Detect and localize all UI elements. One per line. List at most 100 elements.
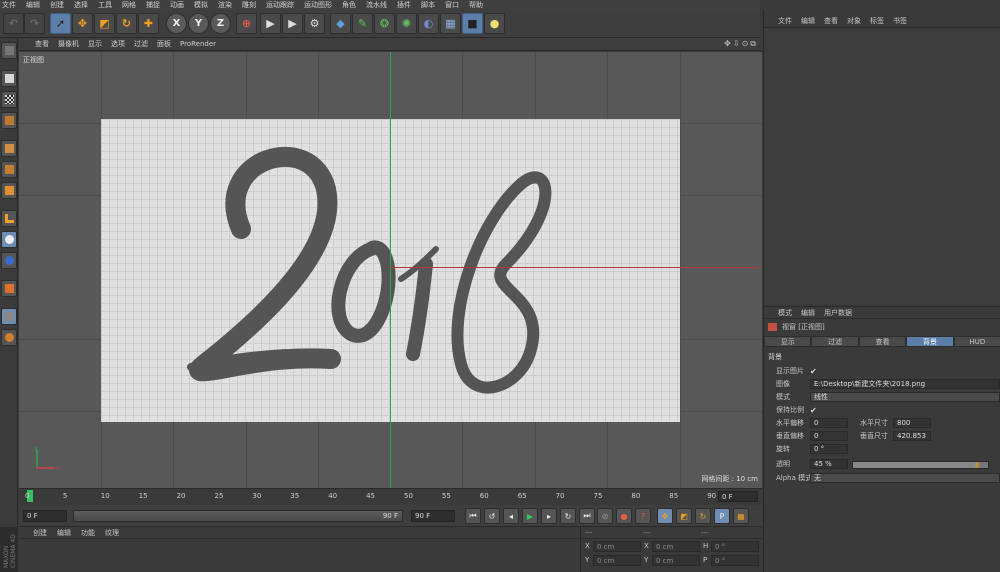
menu-item-1[interactable]: 编辑 (26, 0, 40, 10)
coord-value-field[interactable]: 0 ° (711, 540, 759, 552)
viewport-menu-item-4[interactable]: 过滤 (134, 39, 148, 49)
scale-icon[interactable]: ◩ (94, 13, 115, 34)
image-path-field[interactable]: E:\Desktop\新建文件夹\2018.png (810, 379, 1000, 389)
mode-dropdown[interactable]: 线性 (810, 392, 1000, 402)
menu-item-16[interactable]: 脚本 (421, 0, 435, 10)
select-icon[interactable]: ➚ (50, 13, 71, 34)
end-frame-field[interactable]: 90 F (411, 510, 455, 522)
frame-range-slider[interactable]: 90 F (73, 510, 403, 522)
pen-icon[interactable]: ✎ (352, 13, 373, 34)
menu-item-10[interactable]: 雕刻 (242, 0, 256, 10)
keyframe-selection-icon[interactable]: ? (635, 508, 651, 524)
render-settings-icon[interactable]: ⚙ (304, 13, 325, 34)
prev-key-icon[interactable]: ↺ (484, 508, 500, 524)
menu-item-12[interactable]: 运动图形 (304, 0, 332, 10)
undo-icon[interactable]: ↶ (3, 13, 24, 34)
prev-frame-icon[interactable]: ◂ (503, 508, 519, 524)
floor-icon[interactable]: ▦ (440, 13, 461, 34)
menu-item-17[interactable]: 窗口 (445, 0, 459, 10)
goto-end-icon[interactable]: ⏭ (579, 508, 595, 524)
coord-value-field[interactable]: 0 ° (711, 554, 759, 566)
viewport-menu-item-2[interactable]: 显示 (88, 39, 102, 49)
texture-mode-icon[interactable] (1, 91, 17, 108)
points-mode-icon[interactable] (1, 140, 17, 157)
start-frame-field[interactable]: 0 F (23, 510, 67, 522)
menu-item-6[interactable]: 捕捉 (146, 0, 160, 10)
objmenu-item-1[interactable]: 编辑 (801, 16, 815, 26)
tab-1[interactable]: 过滤 (811, 336, 859, 347)
snap-icon[interactable] (1, 252, 17, 269)
coord-value-field[interactable]: 0 cm (593, 554, 641, 566)
viewport-menu-item-6[interactable]: ProRender (180, 40, 216, 48)
menu-item-2[interactable]: 创建 (50, 0, 64, 10)
matmenu-item-2[interactable]: 功能 (81, 528, 95, 538)
coord-value-field[interactable]: 0 cm (652, 554, 700, 566)
magnet-icon[interactable] (1, 280, 17, 297)
menu-item-11[interactable]: 运动跟踪 (266, 0, 294, 10)
key-scale-icon[interactable]: ◩ (676, 508, 692, 524)
autokey-icon[interactable]: ● (616, 508, 632, 524)
menu-item-7[interactable]: 动画 (170, 0, 184, 10)
key-rotation-icon[interactable]: ↻ (695, 508, 711, 524)
key-parameter-icon[interactable]: P (714, 508, 730, 524)
attrmenu-item-2[interactable]: 用户数据 (824, 308, 852, 318)
y-axis-button[interactable]: Y (188, 13, 209, 34)
matmenu-item-1[interactable]: 编辑 (57, 528, 71, 538)
add-icon[interactable]: ✚ (138, 13, 159, 34)
viewport[interactable]: 正视图 网格间距 : 10 cm y x (19, 52, 762, 488)
record-keys-icon[interactable]: ⊘ (597, 508, 613, 524)
menu-item-18[interactable]: 帮助 (469, 0, 483, 10)
menu-item-14[interactable]: 流水线 (366, 0, 387, 10)
coord-value-field[interactable]: 0 cm (593, 540, 641, 552)
next-frame-icon[interactable]: ▸ (541, 508, 557, 524)
deformer-icon[interactable]: ◐ (418, 13, 439, 34)
menu-item-13[interactable]: 角色 (342, 0, 356, 10)
tab-4[interactable]: HUD (953, 336, 1000, 347)
cloner-icon[interactable]: ✺ (396, 13, 417, 34)
viewport-menu-item-5[interactable]: 面板 (157, 39, 171, 49)
coordinate-system-icon[interactable]: ⊕ (236, 13, 257, 34)
objmenu-item-4[interactable]: 标签 (870, 16, 884, 26)
rotate-icon[interactable]: ↻ (116, 13, 137, 34)
tab-0[interactable]: 显示 (764, 336, 812, 347)
key-position-icon[interactable]: ✥ (657, 508, 673, 524)
opacity-field[interactable]: 45 % (810, 459, 848, 469)
subdivision-icon[interactable]: ❂ (374, 13, 395, 34)
matmenu-item-3[interactable]: 纹理 (105, 528, 119, 538)
tweak-mode-icon[interactable] (1, 231, 17, 248)
current-frame-field[interactable]: 0 F (718, 491, 758, 502)
render-view-icon[interactable]: ▶ (260, 13, 281, 34)
v-size-field[interactable]: 420.853 (893, 431, 931, 441)
objmenu-item-0[interactable]: 文件 (778, 16, 792, 26)
light-icon[interactable]: ● (484, 13, 505, 34)
make-editable-icon[interactable] (1, 42, 17, 59)
attrmenu-item-0[interactable]: 模式 (778, 308, 792, 318)
menu-item-3[interactable]: 选择 (74, 0, 88, 10)
goto-start-icon[interactable]: ⏮ (465, 508, 481, 524)
viewport-menu-item-3[interactable]: 选项 (111, 39, 125, 49)
viewport-menu-item-1[interactable]: 摄像机 (58, 39, 79, 49)
z-axis-button[interactable]: Z (210, 13, 231, 34)
menu-item-4[interactable]: 工具 (98, 0, 112, 10)
keep-ratio-checkbox[interactable]: ✔ (810, 406, 817, 415)
tab-2[interactable]: 查看 (858, 336, 907, 347)
v-offset-field[interactable]: 0 (810, 431, 848, 441)
workplane-icon[interactable] (1, 112, 17, 129)
viewport-menu-item-0[interactable]: 查看 (35, 39, 49, 49)
objmenu-item-3[interactable]: 对象 (847, 16, 861, 26)
polygons-mode-icon[interactable] (1, 182, 17, 199)
play-icon[interactable]: ▶ (522, 508, 538, 524)
rotate-field[interactable]: 0 ° (810, 444, 848, 454)
soft-selection-icon[interactable] (1, 308, 17, 325)
matmenu-item-0[interactable]: 创建 (33, 528, 47, 538)
cube-icon[interactable]: ◆ (330, 13, 351, 34)
redo-icon[interactable]: ↷ (24, 13, 45, 34)
tab-3[interactable]: 背景 (906, 336, 954, 347)
show-image-checkbox[interactable]: ✔ (810, 367, 817, 376)
alpha-mode-dropdown[interactable]: 无 (810, 473, 1000, 483)
coord-value-field[interactable]: 0 cm (652, 540, 700, 552)
objmenu-item-2[interactable]: 查看 (824, 16, 838, 26)
move-icon[interactable]: ✥ (72, 13, 93, 34)
h-size-field[interactable]: 800 (893, 418, 931, 428)
x-axis-button[interactable]: X (166, 13, 187, 34)
